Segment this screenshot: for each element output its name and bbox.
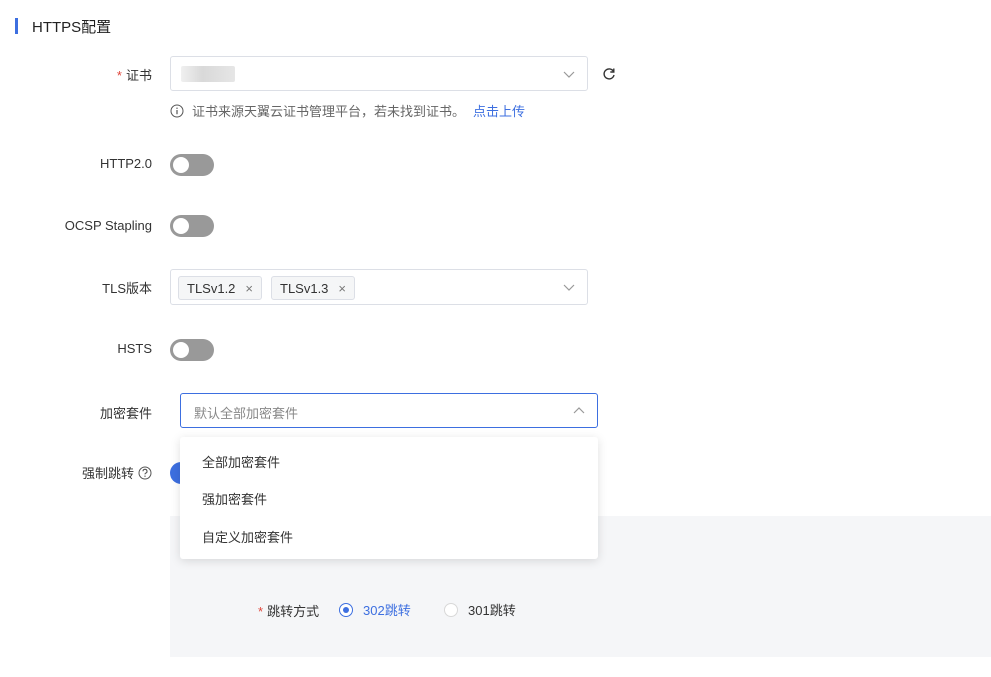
refresh-icon[interactable] <box>601 66 617 82</box>
close-icon[interactable]: × <box>245 281 253 296</box>
tls-tag: TLSv1.3 × <box>271 276 356 300</box>
tls-version-select[interactable]: TLSv1.2 × TLSv1.3 × <box>170 269 588 305</box>
tls-tag-label: TLSv1.3 <box>280 280 329 296</box>
hsts-label: HSTS <box>117 341 152 356</box>
info-icon <box>170 104 184 117</box>
certificate-hint: 证书来源天翼云证书管理平台，若未找到证书。 点击上传 <box>170 101 525 120</box>
certificate-hint-text: 证书来源天翼云证书管理平台，若未找到证书。 <box>192 104 466 119</box>
radio-301[interactable]: 301跳转 <box>444 600 516 619</box>
ocsp-label: OCSP Stapling <box>64 218 152 233</box>
chevron-down-icon <box>563 284 575 291</box>
certificate-label: * 证书 <box>116 68 152 83</box>
dropdown-option[interactable]: 自定义加密套件 <box>202 527 293 546</box>
radio-button-checked[interactable] <box>339 602 353 617</box>
http2-label: HTTP2.0 <box>99 156 152 171</box>
tls-label: TLS版本 <box>102 281 152 296</box>
close-icon[interactable]: × <box>338 281 346 296</box>
certificate-value-redacted <box>181 66 235 82</box>
certificate-select[interactable] <box>170 56 588 91</box>
cipher-select[interactable]: 默认全部加密套件 <box>180 393 598 428</box>
dropdown-option[interactable]: 全部加密套件 <box>202 452 280 471</box>
section-accent-bar <box>15 18 18 34</box>
section-title: HTTPS配置 <box>32 19 112 36</box>
radio-button[interactable] <box>444 602 458 617</box>
upload-link[interactable]: 点击上传 <box>473 101 525 120</box>
help-icon[interactable] <box>138 466 152 480</box>
tls-tag: TLSv1.2 × <box>178 276 263 300</box>
cipher-label: 加密套件 <box>99 406 152 421</box>
toggle-knob <box>173 157 189 173</box>
redirect-method-label: * 跳转方式 <box>258 604 320 619</box>
toggle-knob <box>173 218 189 234</box>
radio-302-label: 302跳转 <box>363 603 411 618</box>
tls-tag-label: TLSv1.2 <box>187 280 236 296</box>
cipher-dropdown-menu: 全部加密套件 强加密套件 自定义加密套件 <box>180 437 598 559</box>
dropdown-option[interactable]: 强加密套件 <box>202 489 267 508</box>
radio-301-label: 301跳转 <box>468 603 516 618</box>
radio-302[interactable]: 302跳转 <box>339 600 411 619</box>
hsts-toggle[interactable] <box>170 339 214 361</box>
cipher-placeholder: 默认全部加密套件 <box>194 406 299 421</box>
chevron-up-icon <box>573 406 585 413</box>
chevron-down-icon <box>563 71 575 78</box>
http2-toggle[interactable] <box>170 154 214 176</box>
force-redirect-label: 强制跳转 <box>82 463 152 482</box>
toggle-knob <box>173 342 189 358</box>
ocsp-toggle[interactable] <box>170 215 214 237</box>
